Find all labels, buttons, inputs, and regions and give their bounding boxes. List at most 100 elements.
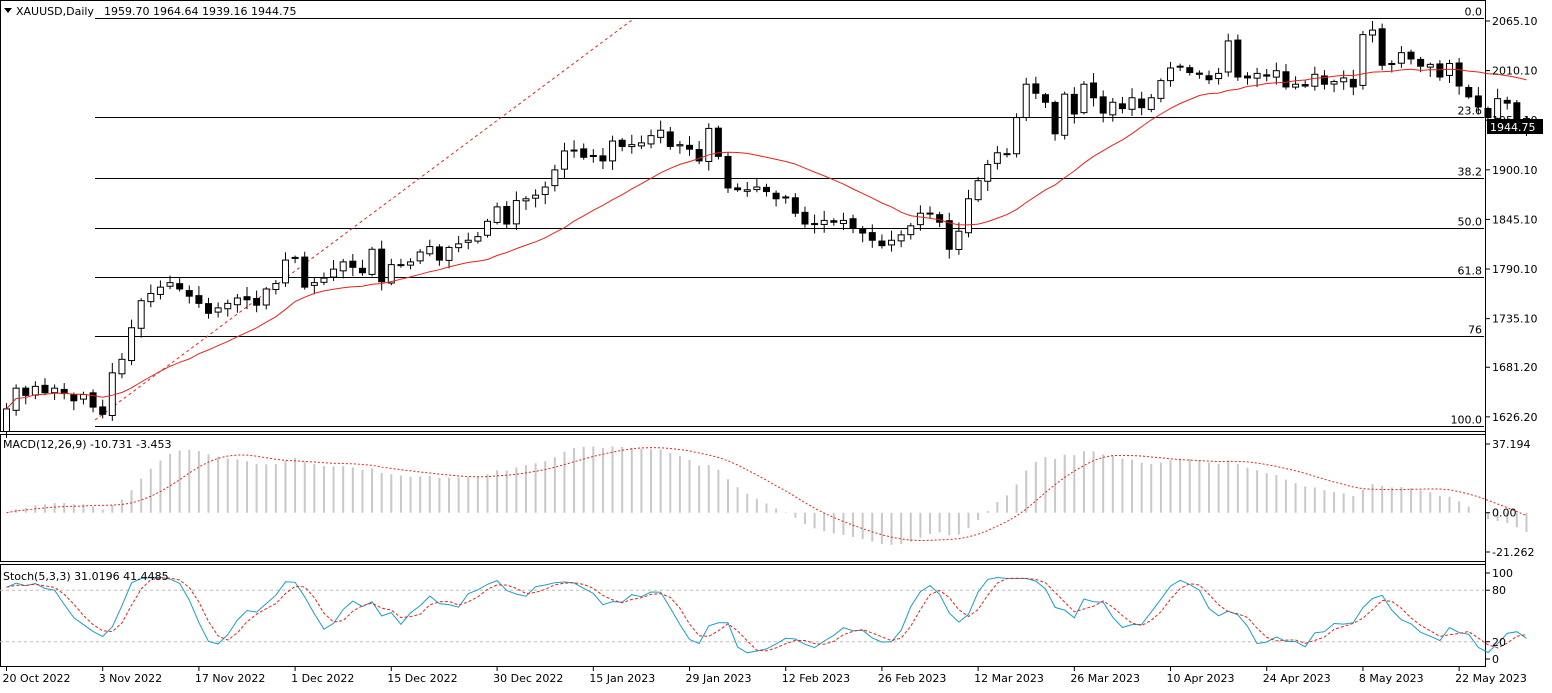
candle-bull [1013,117,1021,155]
candle-bear [762,186,770,193]
candle-bear [830,220,838,223]
candle-bear [349,260,357,268]
candle-bear [772,192,780,200]
candle-bull [1022,83,1030,119]
candle-bull [1109,101,1117,116]
candle-bull [1215,72,1223,80]
current-price-label: 1944.75 [1490,121,1536,134]
stoch-title: Stoch(5,3,3) 31.0196 41.4485 [3,570,169,583]
candle-bull [1340,77,1348,83]
candle-bull [1061,93,1069,136]
candle-bear [243,296,251,301]
stoch-tick-label: 80 [1492,584,1506,597]
macd-tick-label: -21.262 [1492,546,1534,559]
candle-bear [41,384,49,394]
date-tick-label: 15 Jan 2023 [589,672,655,685]
candle-bear [1407,51,1415,60]
candle-bear [878,240,886,247]
candle-bull [705,127,713,162]
candle-bull [1359,34,1367,86]
candle-bull [820,219,828,225]
date-tick-label: 12 Mar 2023 [974,672,1044,685]
candle-bear [734,187,742,191]
price-tick-label: 2065.10 [1492,15,1538,28]
candle-bear [791,197,799,214]
candle-bear [1234,39,1242,78]
candle-bear [1138,98,1146,109]
candle-bear [580,148,588,158]
macd-tick-label: 37.194 [1492,438,1531,451]
moving-average-line [6,68,1527,410]
candle-bull [541,186,549,196]
candle-bull [897,234,905,242]
candle-bull [262,288,270,306]
date-tick-label: 22 May 2023 [1455,672,1527,685]
chart-window[interactable]: 0.0 23.6 38.2 50.0 61.8 76 100.0 2065.10 2010.1… [0,0,1552,689]
chart-canvas[interactable]: 0.023.638.250.061.876100.0 2065.102010.1… [0,0,1552,689]
candle-bull [474,236,482,242]
candle-bear [1263,74,1271,77]
candle-bear [1070,93,1078,115]
date-tick-label: 29 Jan 2023 [686,672,752,685]
candle-bull [12,387,20,411]
candle-bear [868,232,876,241]
candle-bull [1397,52,1405,64]
candle-bear [849,218,857,230]
candle-bull [984,163,992,182]
date-tick-label: 3 Nov 2022 [99,672,162,685]
candle-bear [1186,67,1194,73]
stoch-tick-label: 0 [1492,653,1499,666]
candle-bull [281,259,289,284]
stoch-tick-label: 20 [1492,636,1506,649]
candle-bull [1176,65,1184,68]
candle-bear [70,394,78,402]
candle-bull [551,169,559,187]
candle-bull [330,268,338,278]
candle-bear [801,211,809,225]
price-tick-label: 2010.10 [1492,65,1538,78]
candle-bull [118,358,126,375]
candle-bull [965,198,972,234]
candle-bear [1349,78,1357,88]
candle-bull [137,300,145,329]
candle-bear [1417,58,1425,67]
candle-bull [1369,29,1377,36]
candle-bull [310,282,318,286]
price-tick-label: 1626.20 [1492,411,1538,424]
candle-bear [811,223,819,226]
candle-bear [358,267,366,274]
candle-bull [916,212,924,226]
stoch-pane-frame [0,564,1486,667]
candle-bull [397,264,405,267]
candle-bear [936,214,944,223]
candle-bull [1003,153,1011,156]
candle-bear [926,212,934,215]
macd-title: MACD(12,26,9) -10.731 -3.453 [3,438,171,451]
candle-bull [1426,63,1434,68]
candle-bear [599,155,607,162]
candle-bear [185,290,193,297]
candle-bear [22,387,30,396]
price-tick-label: 1900.10 [1492,164,1538,177]
candle-bull [1311,73,1319,87]
fib-level-label: 50.0 [1458,216,1483,229]
candle-bear [503,206,511,225]
candle-bull [464,239,472,243]
candle-bull [416,251,424,262]
date-tick-label: 12 Feb 2023 [782,672,850,685]
candle-bear [859,228,867,234]
candle-bear [666,131,674,147]
candle-bear [195,295,203,304]
date-tick-label: 10 Apr 2023 [1167,672,1235,685]
candle-bull [560,150,568,170]
candle-bull [339,261,347,272]
candle-bull [570,149,578,152]
candle-bull [888,239,896,246]
candle-bull [445,246,453,261]
candle-bear [1301,84,1309,87]
collapse-triangle-icon[interactable] [4,8,12,13]
candle-bull [484,220,491,236]
candle-bull [522,198,530,202]
candle-bull [224,302,232,310]
candle-bull [1147,97,1155,110]
